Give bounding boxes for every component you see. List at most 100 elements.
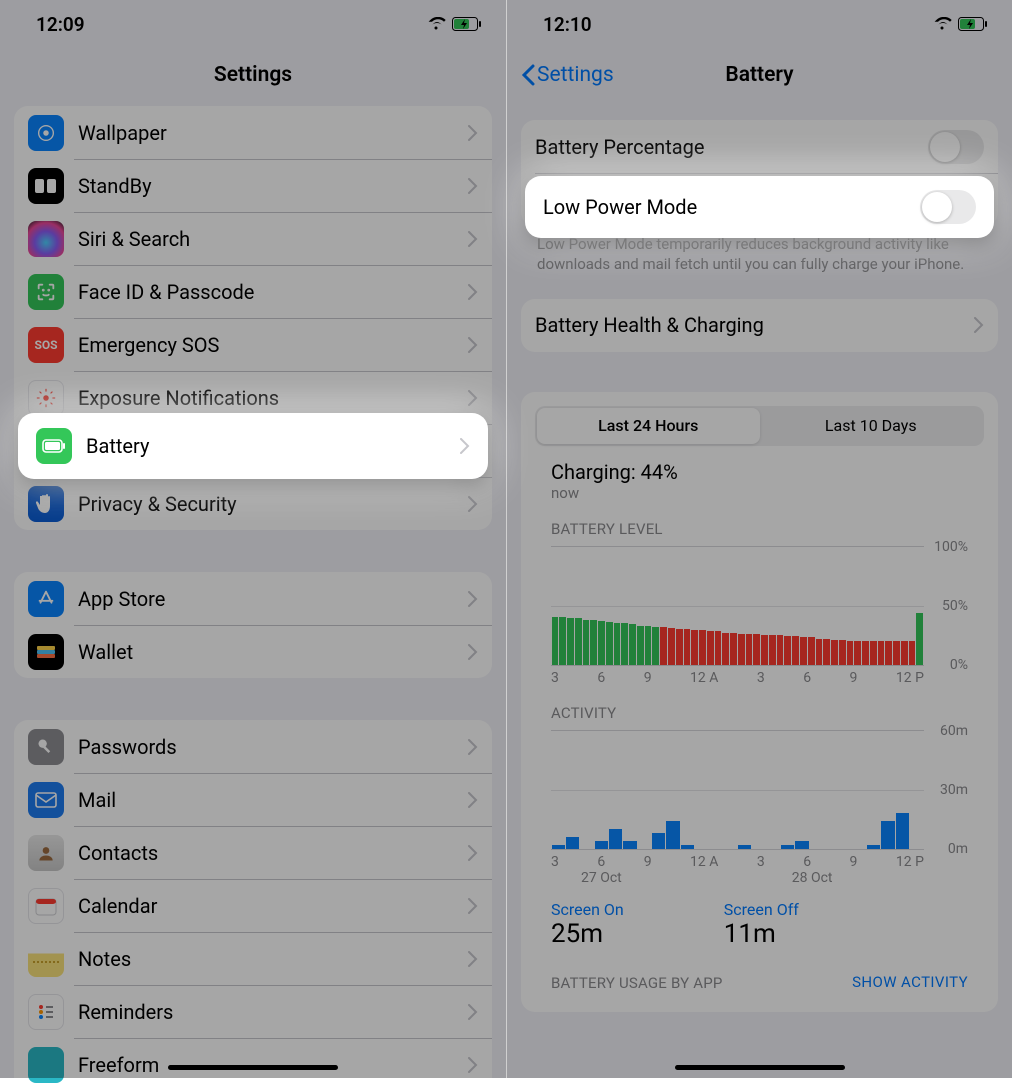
x-tick: 12 A [690, 854, 718, 870]
status-bar: 12:10 [507, 0, 1012, 48]
row-calendar[interactable]: Calendar [14, 879, 492, 932]
x-tick: 9 [644, 670, 652, 686]
settings-group-3: Passwords Mail Contacts Calendar [14, 720, 492, 1091]
wallet-icon [28, 634, 64, 670]
settings-group-2: App Store Wallet [14, 572, 492, 678]
row-label: App Store [78, 587, 468, 611]
chevron-right-icon [468, 496, 478, 512]
row-label: Wallpaper [78, 121, 468, 145]
chevron-right-icon [468, 284, 478, 300]
chevron-right-icon [468, 390, 478, 406]
row-standby[interactable]: StandBy [14, 159, 492, 212]
battery-full-icon [36, 428, 72, 464]
notes-icon [28, 941, 64, 977]
chevron-right-icon [468, 337, 478, 353]
chevron-left-icon [521, 64, 535, 86]
y-label: 60m [940, 723, 968, 739]
back-label: Settings [537, 63, 614, 87]
x-tick: 3 [757, 854, 765, 870]
row-mail[interactable]: Mail [14, 773, 492, 826]
chevron-right-icon [468, 845, 478, 861]
row-faceid[interactable]: Face ID & Passcode [14, 265, 492, 318]
calendar-icon [28, 888, 64, 924]
x-tick: 12 P [896, 854, 924, 870]
x-tick: 12 P [896, 670, 924, 686]
date-label: 27 Oct [581, 870, 622, 886]
segment-10d[interactable]: Last 10 Days [760, 408, 983, 444]
highlight-low-power-mode-row[interactable]: Low Power Mode [525, 176, 994, 238]
row-label: Siri & Search [78, 227, 468, 251]
appstore-icon [28, 581, 64, 617]
row-wallet[interactable]: Wallet [14, 625, 492, 678]
row-battery-health[interactable]: Battery Health & Charging [521, 299, 998, 352]
date-label: 28 Oct [792, 870, 833, 886]
battery-charging-icon [452, 17, 482, 31]
row-label: Exposure Notifications [78, 386, 468, 410]
row-label: Notes [78, 947, 468, 971]
row-label: Low Power Mode [543, 195, 920, 219]
contacts-icon [28, 835, 64, 871]
y-label: 30m [940, 782, 968, 798]
row-label: Wallet [78, 640, 468, 664]
battery-level-chart: 100% 50% 0% 3 6 9 12 A 3 6 9 12 P [551, 546, 968, 686]
status-time: 12:09 [36, 13, 85, 36]
battery-stats-card: Last 24 Hours Last 10 Days Charging: 44%… [521, 392, 998, 1012]
row-label: Battery Health & Charging [535, 313, 974, 337]
row-label: Battery [86, 434, 460, 458]
toggle-battery-percentage[interactable] [928, 130, 984, 164]
page-title: Settings [214, 63, 292, 87]
row-passwords[interactable]: Passwords [14, 720, 492, 773]
show-activity-button[interactable]: SHOW ACTIVITY [852, 973, 998, 991]
row-notes[interactable]: Notes [14, 932, 492, 985]
x-tick: 3 [757, 670, 765, 686]
row-label: Emergency SOS [78, 333, 468, 357]
screen-on-value: 25m [551, 919, 624, 949]
toggle-low-power-mode[interactable] [920, 190, 976, 224]
hand-icon [28, 486, 64, 522]
row-label: Contacts [78, 841, 468, 865]
wifi-icon [426, 17, 446, 31]
chevron-right-icon [468, 591, 478, 607]
highlight-battery-row[interactable]: Battery [18, 413, 488, 479]
screen-off-value: 11m [724, 919, 799, 949]
home-indicator[interactable] [675, 1065, 845, 1070]
y-label: 100% [934, 539, 968, 555]
usage-header: BATTERY USAGE BY APP [521, 956, 753, 994]
screen-off-label: Screen Off [724, 900, 799, 919]
sos-icon: SOS [28, 327, 64, 363]
x-tick: 6 [803, 670, 811, 686]
row-wallpaper[interactable]: Wallpaper [14, 106, 492, 159]
row-siri[interactable]: Siri & Search [14, 212, 492, 265]
activity-chart: 60m 30m 0m 3 6 9 12 A 3 6 9 12 P 27 Oct … [551, 730, 968, 886]
key-icon [28, 729, 64, 765]
chevron-right-icon [468, 792, 478, 808]
chevron-right-icon [468, 898, 478, 914]
x-tick: 9 [850, 854, 858, 870]
segment-24h[interactable]: Last 24 Hours [537, 408, 760, 444]
home-indicator[interactable] [168, 1065, 338, 1070]
screen-on-label: Screen On [551, 900, 624, 919]
back-button[interactable]: Settings [521, 63, 614, 87]
row-sos[interactable]: SOS Emergency SOS [14, 318, 492, 371]
chevron-right-icon [460, 438, 470, 454]
y-label: 0% [950, 657, 968, 673]
x-tick: 3 [551, 854, 559, 870]
row-privacy[interactable]: Privacy & Security [14, 477, 492, 530]
reminders-icon [28, 994, 64, 1030]
row-label: Passwords [78, 735, 468, 759]
chevron-right-icon [468, 739, 478, 755]
charging-sublabel: now [521, 484, 998, 502]
chevron-right-icon [468, 644, 478, 660]
row-label: Battery Percentage [535, 135, 928, 159]
standby-icon [28, 168, 64, 204]
siri-icon [28, 221, 64, 257]
settings-nav: Settings [0, 48, 506, 102]
row-battery-percentage[interactable]: Battery Percentage [521, 120, 998, 173]
row-reminders[interactable]: Reminders [14, 985, 492, 1038]
row-contacts[interactable]: Contacts [14, 826, 492, 879]
time-range-segmented[interactable]: Last 24 Hours Last 10 Days [535, 406, 984, 446]
status-bar: 12:09 [0, 0, 506, 48]
battery-health-group: Battery Health & Charging [521, 299, 998, 352]
row-label: Face ID & Passcode [78, 280, 468, 304]
row-appstore[interactable]: App Store [14, 572, 492, 625]
